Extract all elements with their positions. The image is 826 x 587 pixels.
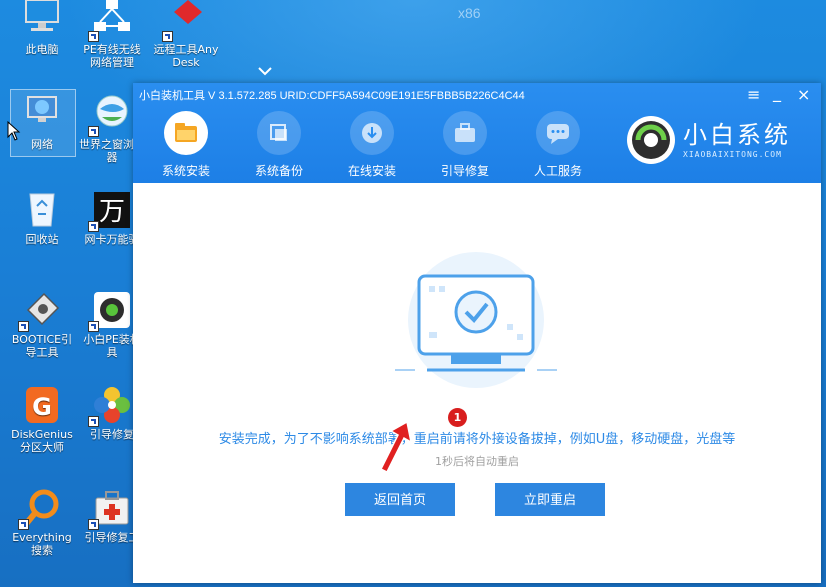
- computer-icon: [22, 0, 62, 40]
- shortcut-arrow-icon: [88, 519, 99, 530]
- pointer-arrow-icon: [379, 420, 413, 474]
- diskgenius-icon: G: [22, 385, 62, 425]
- shortcut-arrow-icon: [88, 321, 99, 332]
- xiaobai-logo-icon: [627, 116, 675, 164]
- tab-online-install[interactable]: 在线安装: [337, 111, 407, 179]
- desktop-icon-diskgenius[interactable]: G DiskGenius分区大师: [8, 385, 76, 454]
- desktop-icon-label: DiskGenius分区大师: [11, 428, 73, 454]
- backup-icon: [257, 111, 301, 155]
- step-badge: 1: [448, 408, 467, 427]
- minimize-button[interactable]: _: [773, 83, 781, 102]
- monitor-check-icon: [395, 252, 557, 388]
- first-aid-kit-icon: [88, 488, 132, 530]
- desktop-icon-label: 回收站: [25, 233, 59, 246]
- window-title: 小白装机工具 V 3.1.572.285 URID:CDFF5A594C09E1…: [139, 90, 525, 102]
- xiaobai-pe-icon: [88, 290, 132, 332]
- desktop-icon-recycle-bin[interactable]: 回收站: [8, 190, 76, 246]
- tab-label: 系统备份: [254, 164, 303, 178]
- tab-label: 系统安装: [161, 164, 210, 178]
- desktop-icon-network-manager[interactable]: PE有线无线网络管理: [78, 0, 146, 69]
- bootice-disk-icon: [18, 290, 62, 332]
- network-globe-icon: [10, 89, 76, 157]
- nic-driver-icon: 万: [88, 190, 132, 232]
- tab-system-install[interactable]: 系统安装: [151, 111, 221, 179]
- shortcut-arrow-icon: [88, 416, 99, 427]
- desktop-icon-label: BOOTICE引导工具: [11, 333, 73, 359]
- boot-repair-flower-icon: [88, 385, 132, 427]
- svg-text:G: G: [32, 393, 52, 421]
- restart-now-button[interactable]: 立即重启: [495, 483, 605, 516]
- desktop-icon-label: PE有线无线网络管理: [83, 43, 141, 69]
- recycle-bin-icon: [22, 190, 62, 230]
- download-icon: [350, 111, 394, 155]
- svg-text:万: 万: [99, 197, 125, 227]
- shortcut-arrow-icon: [18, 519, 29, 530]
- back-home-button[interactable]: 返回首页: [345, 483, 455, 516]
- countdown-text: 1秒后将自动重启: [435, 455, 519, 468]
- brand-url: XIAOBAIXITONG.COM: [683, 150, 782, 159]
- chevron-down-icon[interactable]: [258, 66, 272, 76]
- toolbox-icon: [443, 111, 487, 155]
- window-header: 小白装机工具 V 3.1.572.285 URID:CDFF5A594C09E1…: [133, 83, 821, 183]
- close-button[interactable]: ×: [797, 85, 810, 104]
- install-complete-panel: 安装完成，为了不影响系统部署，重启前请将外接设备拔掉，例如U盘，移动硬盘，光盘等…: [133, 183, 821, 583]
- mouse-cursor-icon: [7, 121, 21, 141]
- desktop-icon-label: Everything搜索: [12, 531, 72, 557]
- desktop-icon-bootice[interactable]: BOOTICE引导工具: [8, 290, 76, 359]
- desktop-icon-label: 远程工具AnyDesk: [153, 43, 219, 69]
- shortcut-arrow-icon: [162, 31, 173, 42]
- tab-label: 引导修复: [440, 164, 489, 178]
- menu-icon[interactable]: ≡: [747, 85, 760, 104]
- network-manager-icon: [88, 0, 132, 42]
- desktop-icon-this-pc[interactable]: 此电脑: [8, 0, 76, 56]
- chat-icon: [536, 111, 580, 155]
- tab-label: 人工服务: [533, 164, 582, 178]
- brand-name: 小白系统: [683, 121, 791, 149]
- desktop-icon-anydesk[interactable]: 远程工具AnyDesk: [152, 0, 220, 69]
- desktop-top-label: x86: [458, 5, 481, 21]
- desktop-icon-label: 此电脑: [25, 43, 59, 56]
- tab-system-backup[interactable]: 系统备份: [244, 111, 314, 179]
- shortcut-arrow-icon: [88, 221, 99, 232]
- folder-icon: [164, 111, 208, 155]
- browser-globe-icon: [88, 95, 132, 137]
- tab-boot-repair[interactable]: 引导修复: [430, 111, 500, 179]
- xiaobai-installer-window: 小白装机工具 V 3.1.572.285 URID:CDFF5A594C09E1…: [133, 83, 821, 583]
- search-magnifier-icon: [18, 488, 62, 530]
- install-complete-message: 安装完成，为了不影响系统部署，重启前请将外接设备拔掉，例如U盘，移动硬盘，光盘等: [218, 432, 736, 447]
- shortcut-arrow-icon: [18, 321, 29, 332]
- shortcut-arrow-icon: [88, 126, 99, 137]
- anydesk-icon: [162, 0, 206, 42]
- shortcut-arrow-icon: [88, 31, 99, 42]
- desktop-icon-everything[interactable]: Everything搜索: [8, 488, 76, 557]
- tab-human-service[interactable]: 人工服务: [523, 111, 593, 179]
- tab-label: 在线安装: [347, 164, 396, 178]
